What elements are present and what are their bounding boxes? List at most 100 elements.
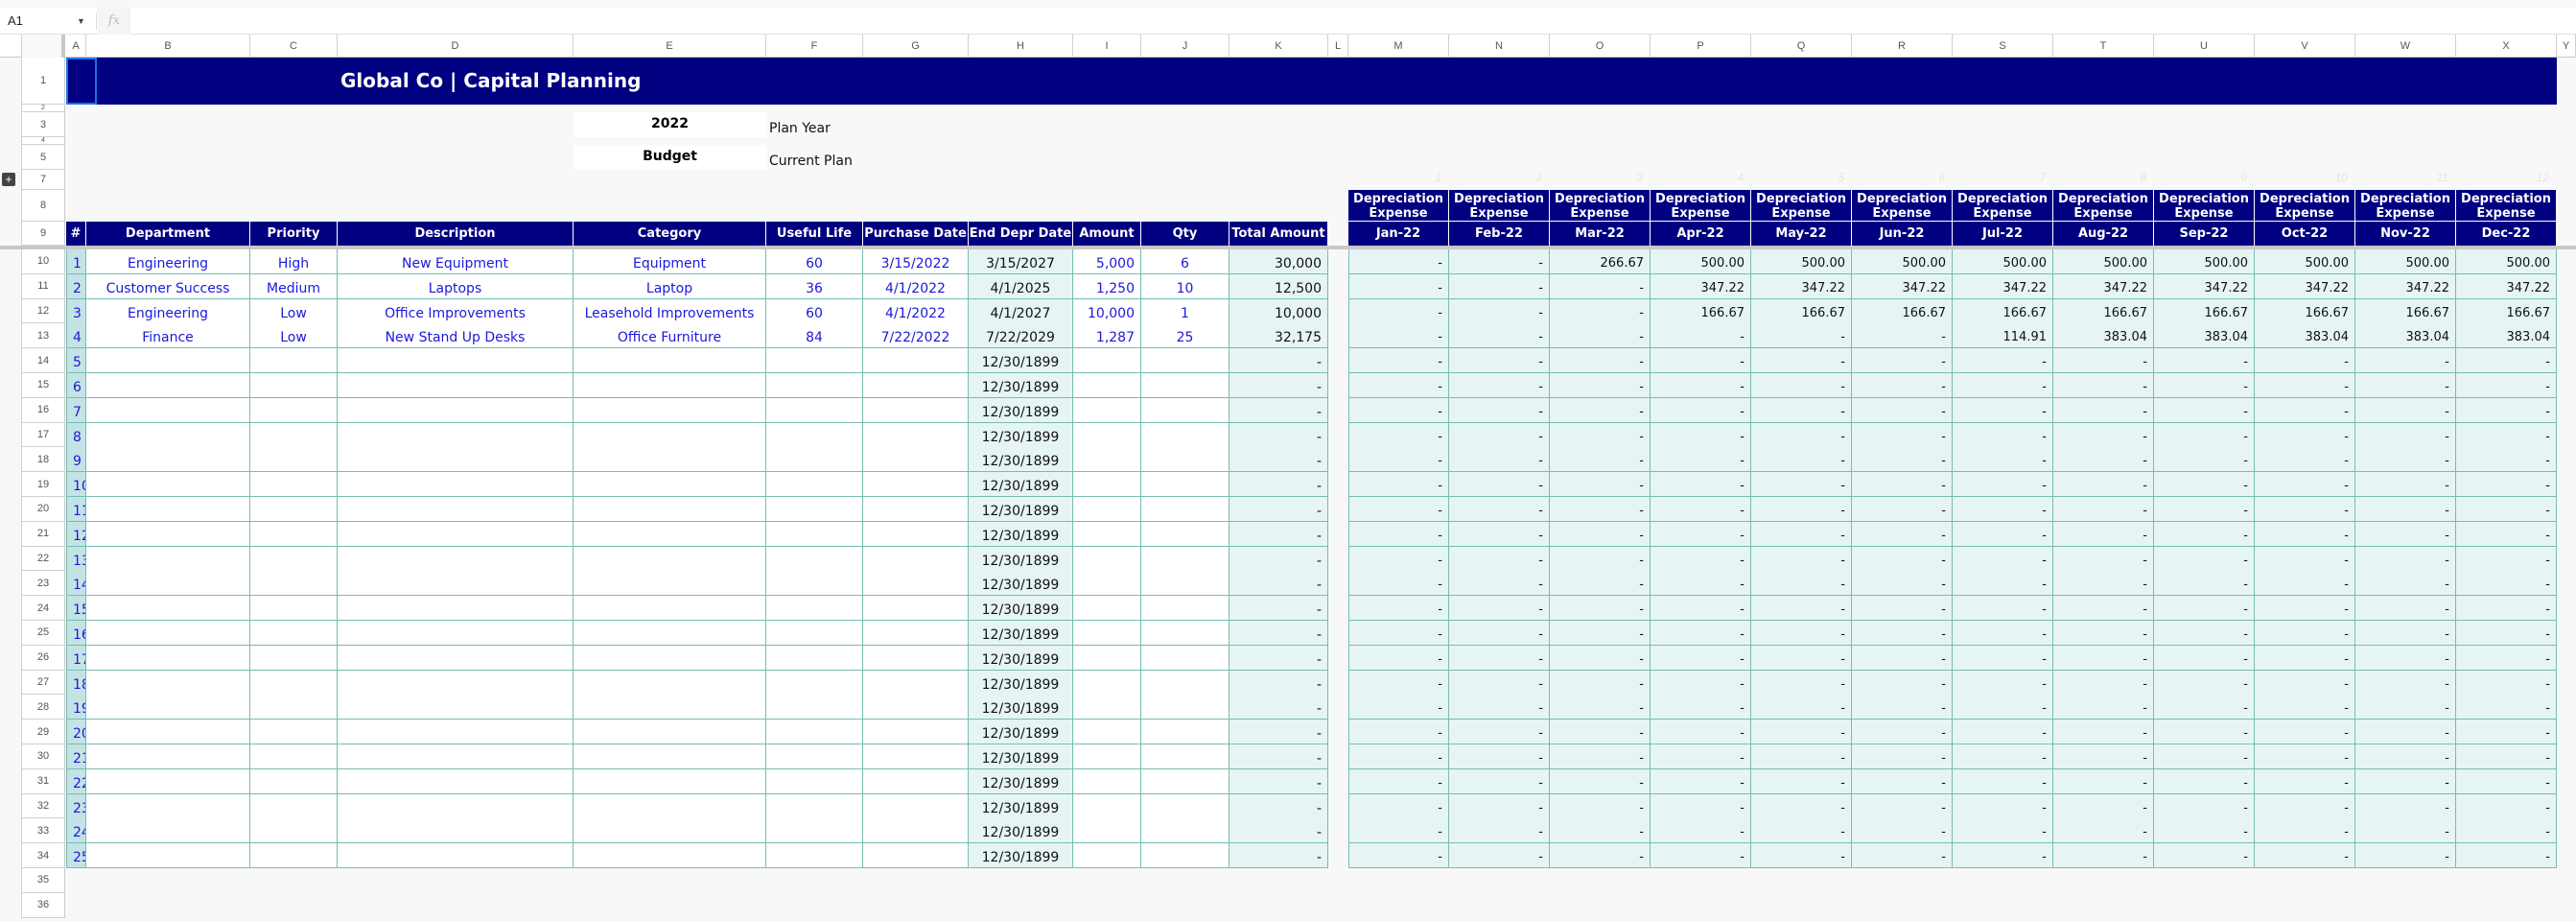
cell-priority[interactable] <box>250 546 338 572</box>
cell-qty[interactable] <box>1141 571 1229 597</box>
cell-description[interactable] <box>338 670 574 696</box>
cell-qty[interactable] <box>1141 645 1229 671</box>
column-header-h[interactable]: H <box>969 35 1073 58</box>
cell-qty[interactable] <box>1141 422 1229 448</box>
cell-useful-life[interactable] <box>766 447 863 473</box>
cell-qty[interactable] <box>1141 818 1229 844</box>
cell-purchase-date[interactable] <box>863 744 969 769</box>
column-header-j[interactable]: J <box>1141 35 1229 58</box>
cell-useful-life[interactable] <box>766 571 863 597</box>
cell-useful-life[interactable]: 36 <box>766 273 863 299</box>
cell-amount[interactable] <box>1073 546 1141 572</box>
cell-useful-life[interactable]: 84 <box>766 323 863 349</box>
cell-category[interactable]: Leasehold Improvements <box>574 298 766 324</box>
cell-purchase-date[interactable] <box>863 472 969 498</box>
cell-description[interactable] <box>338 645 574 671</box>
cell-description[interactable] <box>338 768 574 794</box>
cell-useful-life[interactable] <box>766 720 863 745</box>
name-box[interactable]: A1 <box>8 8 23 35</box>
scenario-value[interactable]: Budget <box>574 145 766 170</box>
row-header-36[interactable]: 36 <box>21 892 65 918</box>
cell-priority[interactable] <box>250 670 338 696</box>
cell-description[interactable] <box>338 571 574 597</box>
cell-purchase-date[interactable] <box>863 497 969 522</box>
cell-department[interactable] <box>86 348 250 374</box>
column-header-p[interactable]: P <box>1651 35 1751 58</box>
cell-priority[interactable]: Low <box>250 298 338 324</box>
cell-priority[interactable] <box>250 621 338 646</box>
cell-qty[interactable] <box>1141 546 1229 572</box>
cell-department[interactable] <box>86 373 250 398</box>
column-header-g[interactable]: G <box>863 35 969 58</box>
row-header-8[interactable]: 8 <box>21 190 65 222</box>
cell-category[interactable] <box>574 546 766 572</box>
cell-department[interactable] <box>86 645 250 671</box>
cell-purchase-date[interactable] <box>863 422 969 448</box>
cell-qty[interactable] <box>1141 397 1229 423</box>
cell-purchase-date[interactable] <box>863 447 969 473</box>
cell-qty[interactable] <box>1141 621 1229 646</box>
cell-qty[interactable] <box>1141 521 1229 547</box>
cell-useful-life[interactable] <box>766 695 863 720</box>
cell-category[interactable] <box>574 348 766 374</box>
cell-description[interactable] <box>338 843 574 869</box>
cell-category[interactable] <box>574 521 766 547</box>
column-header-e[interactable]: E <box>574 35 766 58</box>
cell-amount[interactable]: 1,250 <box>1073 273 1141 299</box>
cell-department[interactable] <box>86 818 250 844</box>
cell-category[interactable] <box>574 571 766 597</box>
cell-department[interactable] <box>86 695 250 720</box>
cell-amount[interactable] <box>1073 621 1141 646</box>
column-header-n[interactable]: N <box>1449 35 1550 58</box>
cell-purchase-date[interactable]: 4/1/2022 <box>863 298 969 324</box>
cell-amount[interactable] <box>1073 596 1141 622</box>
cell-department[interactable] <box>86 720 250 745</box>
cell-category[interactable]: Equipment <box>574 249 766 274</box>
cell-priority[interactable] <box>250 571 338 597</box>
cell-useful-life[interactable] <box>766 348 863 374</box>
column-header-f[interactable]: F <box>766 35 863 58</box>
cell-category[interactable] <box>574 645 766 671</box>
column-header-m[interactable]: M <box>1348 35 1449 58</box>
cell-department[interactable] <box>86 793 250 819</box>
cell-amount[interactable] <box>1073 695 1141 720</box>
cell-useful-life[interactable] <box>766 621 863 646</box>
row-header-35[interactable]: 35 <box>21 868 65 893</box>
cell-amount[interactable]: 1,287 <box>1073 323 1141 349</box>
cell-purchase-date[interactable] <box>863 621 969 646</box>
cell-purchase-date[interactable] <box>863 546 969 572</box>
cell-purchase-date[interactable] <box>863 373 969 398</box>
cell-qty[interactable]: 10 <box>1141 273 1229 299</box>
cell-purchase-date[interactable] <box>863 843 969 869</box>
cell-description[interactable] <box>338 596 574 622</box>
cell-description[interactable] <box>338 521 574 547</box>
cell-category[interactable] <box>574 670 766 696</box>
cell-priority[interactable] <box>250 397 338 423</box>
cell-description[interactable] <box>338 695 574 720</box>
cell-useful-life[interactable]: 60 <box>766 249 863 274</box>
name-box-dropdown-icon[interactable]: ▼ <box>77 8 85 35</box>
cell-useful-life[interactable] <box>766 472 863 498</box>
cell-description[interactable] <box>338 793 574 819</box>
column-header-s[interactable]: S <box>1953 35 2053 58</box>
cell-category[interactable] <box>574 472 766 498</box>
cell-description[interactable] <box>338 447 574 473</box>
cell-amount[interactable] <box>1073 645 1141 671</box>
cell-purchase-date[interactable] <box>863 645 969 671</box>
column-header-w[interactable]: W <box>2355 35 2456 58</box>
cell-priority[interactable] <box>250 447 338 473</box>
cell-department[interactable] <box>86 472 250 498</box>
cell-description[interactable] <box>338 472 574 498</box>
cell-amount[interactable] <box>1073 373 1141 398</box>
cell-useful-life[interactable] <box>766 397 863 423</box>
cell-description[interactable] <box>338 621 574 646</box>
cell-qty[interactable] <box>1141 497 1229 522</box>
cell-description[interactable] <box>338 720 574 745</box>
cell-category[interactable] <box>574 373 766 398</box>
column-header-k[interactable]: K <box>1229 35 1328 58</box>
cell-qty[interactable] <box>1141 843 1229 869</box>
cell-department[interactable] <box>86 670 250 696</box>
cell-useful-life[interactable] <box>766 768 863 794</box>
cell-purchase-date[interactable] <box>863 397 969 423</box>
column-header-q[interactable]: Q <box>1751 35 1852 58</box>
